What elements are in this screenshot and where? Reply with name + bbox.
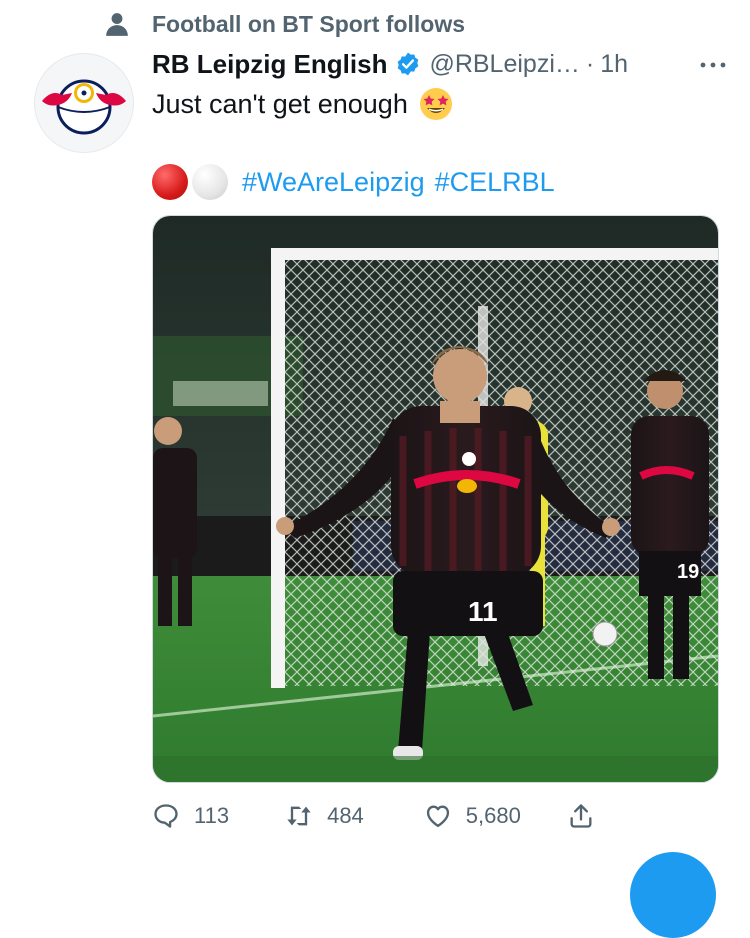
like-count: 5,680 xyxy=(465,803,521,828)
reply-icon xyxy=(154,804,178,828)
like-button[interactable]: 5,680 xyxy=(424,802,521,830)
tweet-text: Just can't get enough xyxy=(152,86,454,122)
social-context-text: Football on BT Sport follows xyxy=(152,10,466,37)
white-circle-emoji-icon xyxy=(192,164,228,200)
rb-leipzig-logo xyxy=(42,79,126,135)
hashtag-link[interactable]: #CELRBL xyxy=(435,167,555,198)
tweet-header: RB Leipzig English @RBLeipzi… · 1h xyxy=(152,44,734,84)
hashtag-link[interactable]: #WeAreLeipzig xyxy=(242,167,425,198)
share-button[interactable] xyxy=(567,802,595,830)
main-player-number: 11 xyxy=(468,596,498,627)
timestamp[interactable]: 1h xyxy=(600,50,628,79)
share-icon xyxy=(570,804,592,828)
verified-badge-icon xyxy=(398,52,419,76)
compose-tweet-button[interactable] xyxy=(630,852,716,938)
tweet-text-line: Just can't get enough xyxy=(152,88,408,119)
right-player-number: 19 xyxy=(677,561,699,583)
retweet-count: 484 xyxy=(327,803,364,828)
red-circle-emoji-icon xyxy=(152,164,188,200)
tweet-actions: 113 484 5,680 xyxy=(152,796,595,836)
hashtag-line: #WeAreLeipzig #CELRBL xyxy=(152,164,565,200)
star-struck-emoji-icon xyxy=(419,88,452,120)
separator-dot: · xyxy=(585,49,595,78)
celebration-photo: 19 11 xyxy=(153,216,718,782)
more-options-icon[interactable] xyxy=(698,50,728,80)
tweet-media-photo[interactable]: 19 11 xyxy=(152,215,719,783)
heart-icon xyxy=(426,805,449,828)
reply-count: 113 xyxy=(194,803,230,828)
person-icon xyxy=(106,13,128,36)
handle[interactable]: @RBLeipzi… xyxy=(429,50,579,79)
retweet-button[interactable]: 484 xyxy=(285,802,364,830)
reply-button[interactable]: 113 xyxy=(152,802,229,830)
social-context[interactable]: Football on BT Sport follows xyxy=(104,6,465,42)
retweet-icon xyxy=(287,806,311,826)
display-name[interactable]: RB Leipzig English xyxy=(152,49,387,80)
avatar[interactable] xyxy=(34,53,134,153)
